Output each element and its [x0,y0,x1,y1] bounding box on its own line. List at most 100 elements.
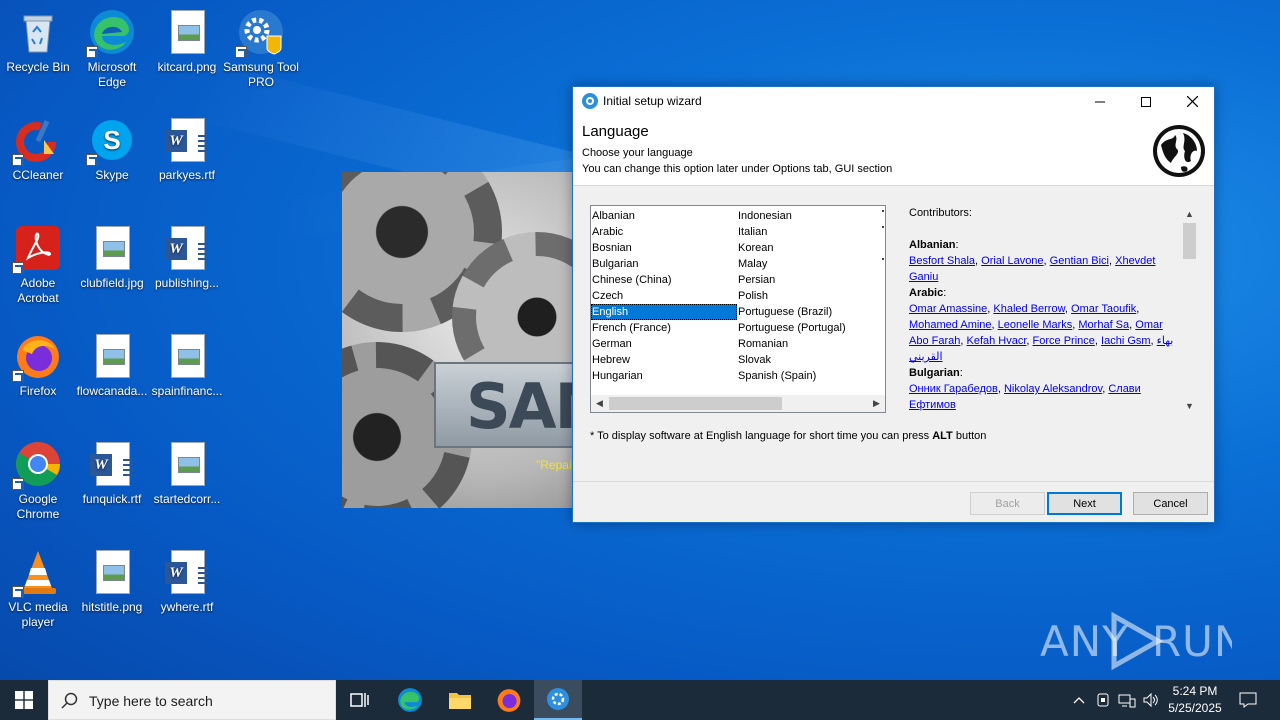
contributor-link[interactable]: Omar Amassine [909,303,987,315]
desktop-icon-publishing[interactable]: W publishing... [149,224,225,291]
contributor-link[interactable]: Mohamed Amine [909,319,992,331]
desktop-icon-ccleaner[interactable]: CCleaner [0,116,76,183]
taskbar-search-box[interactable]: Type here to search [48,680,336,720]
contributor-link[interactable]: Онник Гарабедов [909,383,998,395]
desktop-icon-funquick[interactable]: W funquick.rtf [74,440,150,507]
taskbar-firefox[interactable] [485,680,533,720]
language-option[interactable]: Malay [737,256,883,272]
language-listbox[interactable]: Albanian Arabic Bosnian Bulgarian Chinese (C… [590,205,886,413]
language-option[interactable]: Polish [737,288,883,304]
language-option[interactable]: German [591,336,737,352]
language-option[interactable]: Chinese (China) [591,272,737,288]
close-button[interactable] [1169,87,1215,116]
desktop-icon-firefox[interactable]: Firefox [0,332,76,399]
horizontal-scrollbar[interactable]: ◀ ▶ [591,395,885,412]
desktop-icon-skype[interactable]: S Skype [74,116,150,183]
close-icon [1186,96,1198,107]
network-button[interactable] [1116,680,1138,720]
desktop-icon-recycle-bin[interactable]: Recycle Bin [0,8,76,75]
language-option[interactable]: French (France) [591,320,737,336]
image-file-icon [163,332,211,380]
image-file-icon [163,440,211,488]
desktop-icon-label: kitcard.png [157,60,217,74]
contributor-link[interactable]: Gentian Bici [1050,255,1109,267]
language-option[interactable]: Bosnian [591,240,737,256]
contributor-link[interactable]: Besfort Shala [909,255,975,267]
desktop-icon-clubfield[interactable]: clubfield.jpg [74,224,150,291]
desktop-icon-parkyes[interactable]: W parkyes.rtf [149,116,225,183]
desktop-icon-adobe-acrobat[interactable]: Adobe Acrobat [0,224,76,306]
notifications-button[interactable] [1234,680,1262,720]
contributor-link[interactable]: Orial Lavone [981,255,1043,267]
language-option[interactable]: Indonesian [737,208,883,224]
contributor-link[interactable]: Morhaf Sa [1078,319,1129,331]
language-option[interactable]: Hebrew [591,352,737,368]
language-option[interactable]: Hungarian [591,368,737,384]
title-bar[interactable]: Initial setup wizard [573,87,1214,116]
vertical-scrollbar[interactable]: ▲ ▼ [1181,205,1198,415]
contributor-link[interactable]: Kefah Hvacr [967,335,1027,347]
language-option[interactable]: Arabic [591,224,737,240]
scroll-left-icon[interactable]: ◀ [591,395,608,412]
back-button[interactable]: Back [970,492,1045,515]
cancel-button[interactable]: Cancel [1133,492,1208,515]
language-option[interactable]: Korean [737,240,883,256]
desktop-icon-startedcorr[interactable]: startedcorr... [149,440,225,507]
contributor-language-name: Albanian [909,239,956,251]
language-option[interactable]: Romanian [737,336,883,352]
taskbar-edge[interactable] [386,680,434,720]
minimize-button[interactable] [1077,87,1123,116]
desktop-icon-label: Google Chrome [16,492,60,521]
contributor-link[interactable]: Omar Taoufik [1071,303,1136,315]
anyrun-watermark: ANY RUN [1040,610,1232,672]
desktop-icon-kitcard[interactable]: kitcard.png [149,8,225,75]
taskbar-file-explorer[interactable] [436,680,484,720]
language-option[interactable]: Albanian [591,208,737,224]
scroll-down-icon[interactable]: ▼ [1181,397,1198,414]
language-option[interactable]: English [591,304,737,320]
taskbar-clock[interactable]: 5:24 PM 5/25/2025 [1160,683,1230,717]
task-view-button[interactable] [336,680,384,720]
splash-repair-text: "Repai [536,458,572,472]
show-hidden-icons-button[interactable] [1068,680,1090,720]
scroll-up-icon[interactable]: ▲ [1181,205,1198,222]
start-button[interactable] [0,680,48,720]
scrollbar-thumb[interactable] [1183,223,1196,259]
language-option[interactable]: Persian [737,272,883,288]
scroll-right-icon[interactable]: ▶ [868,395,885,412]
volume-button[interactable] [1140,680,1162,720]
desktop-icon-flowcanada[interactable]: flowcanada... [74,332,150,399]
desktop-icon-hitstitle[interactable]: hitstitle.png [74,548,150,615]
language-option[interactable]: Portuguese (Brazil) [737,304,883,320]
desktop-icon-ywhere[interactable]: W ywhere.rtf [149,548,225,615]
search-icon [61,692,78,709]
taskbar-samsung-tool[interactable] [534,680,582,720]
language-option[interactable]: Portuguese (Portugal) [737,320,883,336]
desktop-icon-google-chrome[interactable]: Google Chrome [0,440,76,522]
contributor-language-name: Arabic [909,287,944,299]
desktop-icon-microsoft-edge[interactable]: Microsoft Edge [74,8,150,90]
contributor-link[interactable]: Leonelle Marks [998,319,1073,331]
desktop-icon-label: Adobe Acrobat [17,276,59,305]
language-option[interactable]: Bulgarian [591,256,737,272]
scrollbar-thumb[interactable] [609,397,782,410]
desktop-icon-spainfinanc[interactable]: spainfinanc... [149,332,225,399]
contributor-link[interactable]: Iachi Gsm [1101,335,1151,347]
contributor-names: Omar Amassine, Khaled Berrow, Omar Taouf… [909,303,1174,363]
contributor-link[interactable]: Nikolay Aleksandrov [1004,383,1102,395]
language-option[interactable]: Italian [737,224,883,240]
desktop-icon-vlc[interactable]: VLC media player [0,548,76,630]
contributor-link[interactable]: Force Prince [1033,335,1095,347]
chevron-up-icon [1073,697,1085,704]
desktop-icon-label: VLC media player [8,600,68,629]
maximize-button[interactable] [1123,87,1169,116]
desktop-icon-label: parkyes.rtf [158,168,215,182]
device-tray-button[interactable] [1092,680,1114,720]
language-option[interactable]: Slovak [737,352,883,368]
next-button[interactable]: Next [1047,492,1122,515]
language-option[interactable]: Czech [591,288,737,304]
language-option[interactable]: Spanish (Spain) [737,368,883,384]
contributor-link[interactable]: Khaled Berrow [993,303,1065,315]
desktop-icon-samsung-tool-pro[interactable]: Samsung Tool PRO [223,8,299,90]
contributor-language-label: Arabic: [909,287,947,299]
